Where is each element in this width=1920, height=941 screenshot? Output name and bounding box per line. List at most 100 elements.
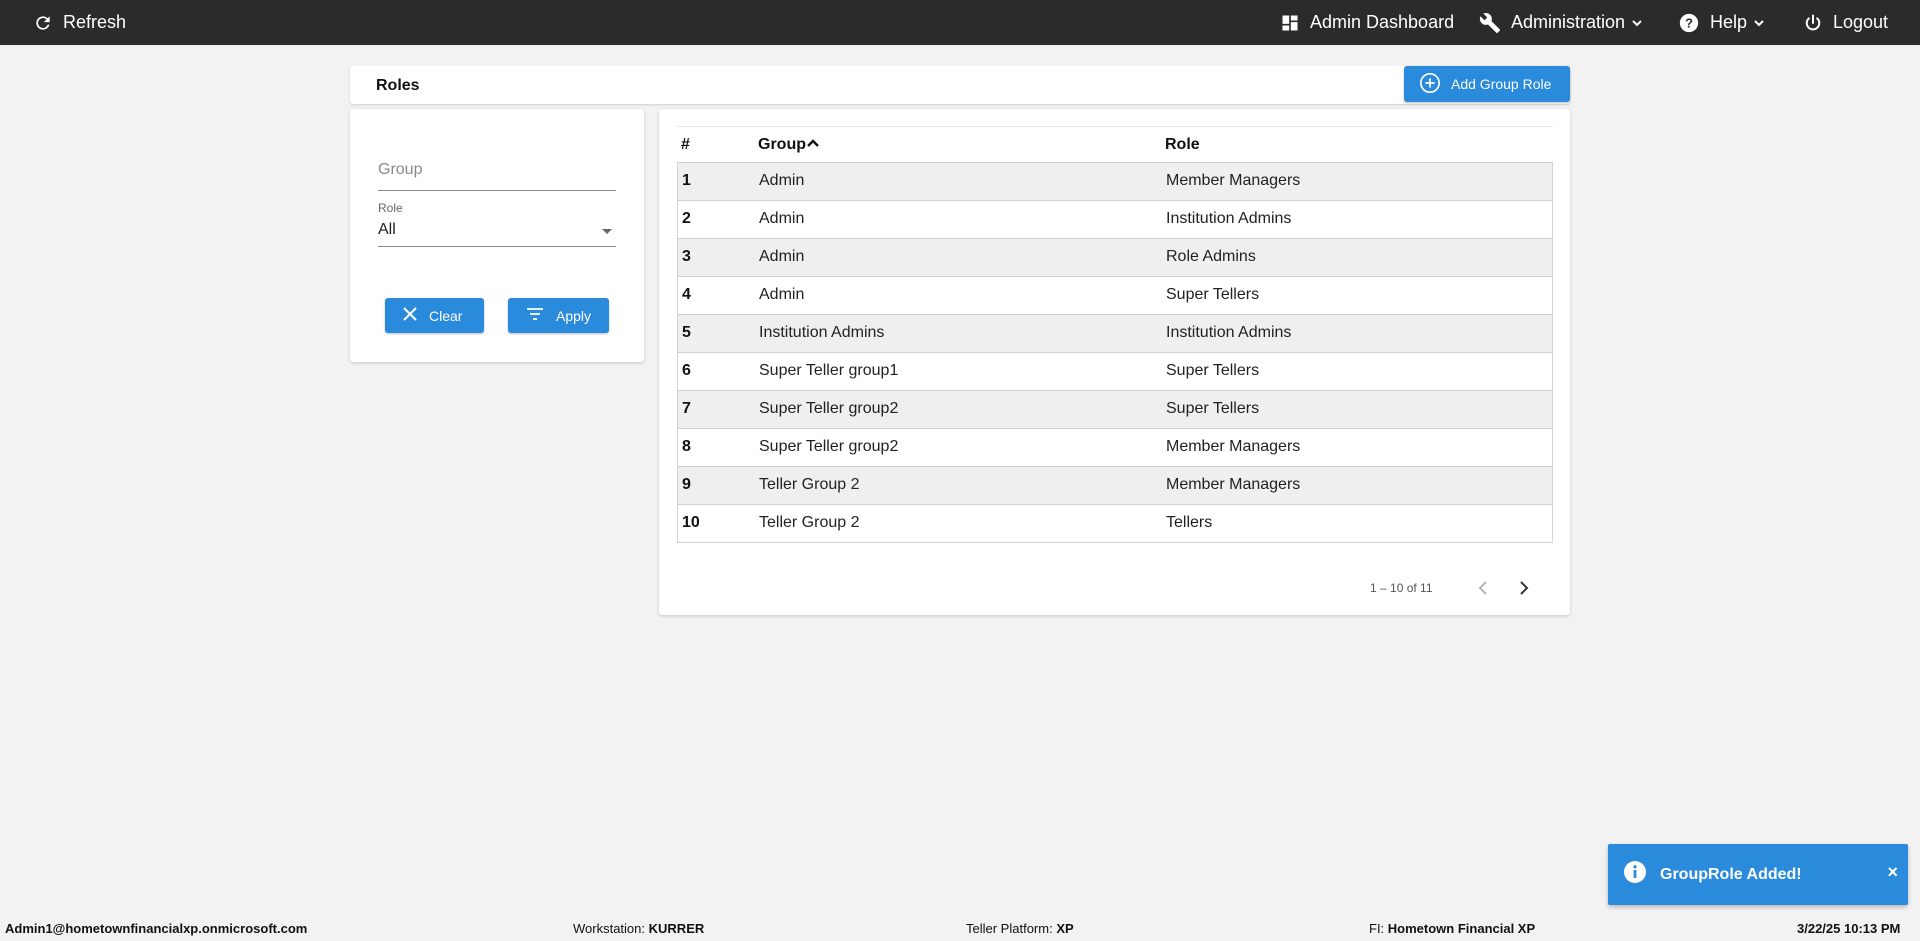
role-cell: Member Managers: [1166, 438, 1301, 455]
row-number-cell: 7: [682, 400, 691, 417]
filter-icon: [508, 307, 556, 324]
next-page-button[interactable]: [1513, 579, 1535, 601]
dropdown-arrow-icon: [602, 229, 612, 234]
role-cell: Institution Admins: [1166, 324, 1292, 341]
dashboard-icon: [1280, 13, 1300, 33]
roles-table: # Group Role 1 Admin Member Managers 2 Admin…: [677, 126, 1553, 543]
refresh-button[interactable]: Refresh: [33, 0, 126, 45]
table-row[interactable]: 8 Super Teller group2 Member Managers: [677, 429, 1553, 467]
table-row[interactable]: 10 Teller Group 2 Tellers: [677, 505, 1553, 543]
table-row[interactable]: 2 Admin Institution Admins: [677, 201, 1553, 239]
row-number-cell: 1: [682, 172, 691, 189]
toast-message: GroupRole Added!: [1660, 865, 1802, 883]
row-number-cell: 5: [682, 324, 691, 341]
column-header-group[interactable]: Group: [758, 136, 820, 154]
wrench-icon: [1479, 12, 1501, 34]
group-cell: Institution Admins: [759, 324, 885, 341]
role-cell: Tellers: [1166, 514, 1213, 531]
role-filter-label: Role: [378, 201, 403, 215]
group-cell: Admin: [759, 286, 805, 303]
filter-panel: Role All Clear Apply: [350, 109, 644, 362]
group-cell: Super Teller group1: [759, 362, 899, 379]
column-header-number: #: [681, 136, 690, 153]
roles-table-card: # Group Role 1 Admin Member Managers 2 Admin…: [659, 109, 1570, 615]
clear-label: Clear: [429, 307, 463, 324]
apply-label: Apply: [556, 307, 592, 324]
chevron-down-icon: [1631, 17, 1643, 29]
refresh-label: Refresh: [63, 12, 127, 32]
clear-button[interactable]: Clear: [385, 298, 484, 333]
logout-label: Logout: [1833, 12, 1889, 32]
role-cell: Super Tellers: [1166, 286, 1260, 303]
admin-dashboard-label: Admin Dashboard: [1310, 12, 1455, 32]
column-header-group-label: Group: [758, 136, 806, 153]
table-row[interactable]: 3 Admin Role Admins: [677, 239, 1553, 277]
status-teller-platform: Teller Platform: XP: [966, 921, 1074, 936]
row-number-cell: 9: [682, 476, 691, 493]
status-datetime: 3/22/25 10:13 PM: [1797, 921, 1901, 936]
notification-toast: GroupRole Added! ×: [1608, 844, 1908, 905]
group-cell: Admin: [759, 210, 805, 227]
role-cell: Super Tellers: [1166, 362, 1260, 379]
add-group-role-label: Add Group Role: [1451, 76, 1552, 92]
info-icon: [1623, 860, 1647, 889]
refresh-icon: [33, 13, 53, 33]
status-bar: Admin1@hometownfinancialxp.onmicrosoft.c…: [0, 916, 1920, 941]
logout-button[interactable]: Logout: [1803, 0, 1888, 45]
page-title: Roles: [376, 77, 420, 94]
role-cell: Member Managers: [1166, 476, 1301, 493]
help-menu[interactable]: ? Help: [1678, 0, 1765, 45]
table-row[interactable]: 7 Super Teller group2 Super Tellers: [677, 391, 1553, 429]
administration-label: Administration: [1511, 12, 1626, 32]
row-number-cell: 4: [682, 286, 691, 303]
role-cell: Institution Admins: [1166, 210, 1292, 227]
page-header: Roles: [350, 66, 1570, 104]
help-label: Help: [1710, 12, 1748, 32]
group-cell: Teller Group 2: [759, 476, 860, 493]
group-filter-field: [378, 154, 616, 191]
sort-up-icon: [806, 136, 820, 154]
row-number-cell: 10: [682, 514, 700, 531]
top-nav-bar: Refresh Admin Dashboard Administration ?…: [0, 0, 1920, 45]
administration-menu[interactable]: Administration: [1479, 0, 1643, 45]
svg-text:?: ?: [1685, 15, 1693, 30]
role-cell: Role Admins: [1166, 248, 1256, 265]
table-row[interactable]: 9 Teller Group 2 Member Managers: [677, 467, 1553, 505]
row-number-cell: 6: [682, 362, 691, 379]
power-icon: [1803, 13, 1823, 33]
table-row[interactable]: 4 Admin Super Tellers: [677, 277, 1553, 315]
row-number-cell: 2: [682, 210, 691, 227]
group-cell: Super Teller group2: [759, 400, 899, 417]
chevron-right-icon: [1519, 580, 1529, 600]
admin-dashboard-link[interactable]: Admin Dashboard: [1280, 0, 1454, 45]
group-cell: Teller Group 2: [759, 514, 860, 531]
add-group-role-button[interactable]: Add Group Role: [1404, 66, 1570, 102]
table-row[interactable]: 6 Super Teller group1 Super Tellers: [677, 353, 1553, 391]
column-header-role[interactable]: Role: [1165, 136, 1200, 154]
close-icon: [385, 307, 429, 324]
previous-page-button[interactable]: [1472, 579, 1494, 601]
table-body: 1 Admin Member Managers 2 Admin Institution A…: [677, 163, 1553, 543]
row-number-cell: 8: [682, 438, 691, 455]
role-filter-value: All: [378, 221, 396, 238]
chevron-down-icon: [1753, 17, 1765, 29]
apply-button[interactable]: Apply: [508, 298, 609, 333]
chevron-left-icon: [1478, 580, 1488, 600]
add-circle-icon: [1404, 72, 1451, 97]
table-row[interactable]: 1 Admin Member Managers: [677, 163, 1553, 201]
pagination-range: 1 – 10 of 11: [1370, 581, 1433, 595]
group-filter-input[interactable]: [378, 154, 616, 186]
table-header: # Group Role: [677, 126, 1553, 163]
group-cell: Admin: [759, 248, 805, 265]
status-user: Admin1@hometownfinancialxp.onmicrosoft.c…: [5, 921, 308, 936]
group-cell: Super Teller group2: [759, 438, 899, 455]
status-workstation: Workstation: KURRER: [573, 921, 705, 936]
role-filter-select[interactable]: All: [378, 217, 616, 247]
role-cell: Member Managers: [1166, 172, 1301, 189]
role-cell: Super Tellers: [1166, 400, 1260, 417]
table-row[interactable]: 5 Institution Admins Institution Admins: [677, 315, 1553, 353]
toast-close-button[interactable]: ×: [1887, 862, 1898, 883]
help-icon: ?: [1678, 12, 1700, 34]
row-number-cell: 3: [682, 248, 691, 265]
status-fi: FI: Hometown Financial XP: [1369, 921, 1536, 936]
